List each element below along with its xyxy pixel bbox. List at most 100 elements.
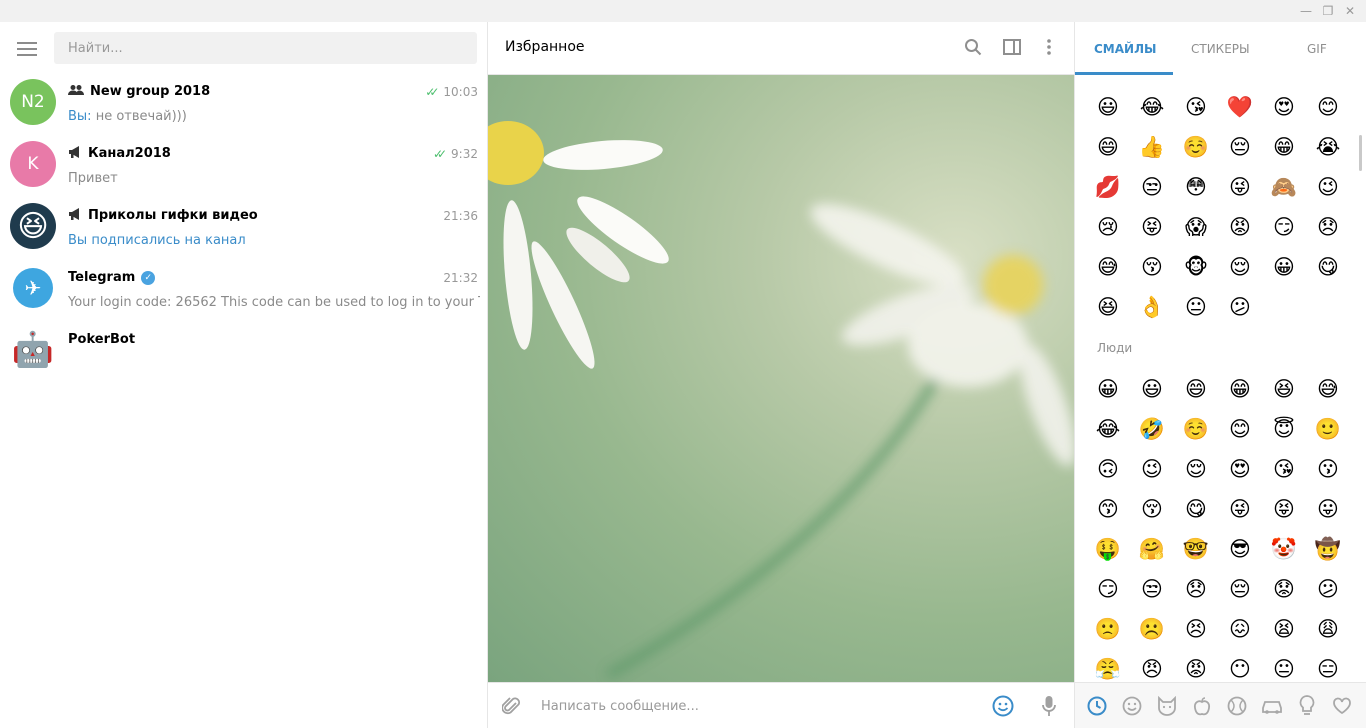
heart-icon[interactable]: [1331, 695, 1353, 717]
emoji-item[interactable]: 😕: [1306, 569, 1350, 609]
emoji-item[interactable]: 😩: [1306, 609, 1350, 649]
emoji-item[interactable]: 😁: [1262, 127, 1306, 167]
emoji-scrollbar[interactable]: [1359, 135, 1362, 171]
bulb-icon[interactable]: [1296, 695, 1318, 717]
emoji-item[interactable]: 😝: [1130, 207, 1174, 247]
tab-stickers[interactable]: СТИКЕРЫ: [1191, 42, 1250, 56]
emoji-item[interactable]: 😫: [1262, 609, 1306, 649]
apple-icon[interactable]: [1191, 695, 1213, 717]
emoji-item[interactable]: 😒: [1130, 167, 1174, 207]
emoji-item[interactable]: 😘: [1262, 449, 1306, 489]
emoji-item[interactable]: 😢: [1086, 207, 1130, 247]
emoji-item[interactable]: 😅: [1306, 369, 1350, 409]
emoji-item[interactable]: 😂: [1130, 87, 1174, 127]
menu-icon[interactable]: [17, 42, 37, 56]
emoji-item[interactable]: 👍: [1130, 127, 1174, 167]
tab-gif[interactable]: GIF: [1307, 42, 1327, 56]
chat-item-new-group[interactable]: N2 New group 2018 ✓✓ 10:03 Вы: не отвеча…: [0, 72, 488, 134]
cat-icon[interactable]: [1156, 695, 1178, 717]
chat-item-telegram[interactable]: ✈ Telegram ✓ 21:32 Your login code: 2656…: [0, 258, 488, 320]
emoji-item[interactable]: 🤠: [1306, 529, 1350, 569]
emoji-item[interactable]: 😭: [1306, 127, 1350, 167]
emoji-item[interactable]: 😋: [1306, 247, 1350, 287]
microphone-icon[interactable]: [1037, 694, 1061, 718]
emoji-item[interactable]: 😗: [1306, 449, 1350, 489]
emoji-item[interactable]: 😐: [1262, 649, 1306, 682]
emoji-item[interactable]: 😣: [1174, 609, 1218, 649]
emoji-item[interactable]: 😔: [1218, 569, 1262, 609]
emoji-item[interactable]: 😆: [1086, 287, 1130, 327]
emoji-item[interactable]: 😆: [1262, 369, 1306, 409]
emoji-item[interactable]: 😐: [1174, 287, 1218, 327]
close-button[interactable]: ✕: [1341, 2, 1359, 20]
emoji-item[interactable]: 😃: [1130, 369, 1174, 409]
smile-icon[interactable]: [1121, 695, 1143, 717]
emoji-item[interactable]: 😔: [1218, 127, 1262, 167]
emoji-item[interactable]: 👌: [1130, 287, 1174, 327]
emoji-item[interactable]: 😋: [1174, 489, 1218, 529]
tab-smileys[interactable]: СМАЙЛЫ: [1094, 42, 1156, 56]
search-icon[interactable]: [962, 36, 984, 58]
emoji-item[interactable]: 🙈: [1262, 167, 1306, 207]
emoji-item[interactable]: 😞: [1174, 569, 1218, 609]
emoji-item[interactable]: 😤: [1086, 649, 1130, 682]
emoji-item[interactable]: 😊: [1306, 87, 1350, 127]
more-options-icon[interactable]: [1038, 36, 1060, 58]
emoji-item[interactable]: 🤣: [1130, 409, 1174, 449]
clock-icon[interactable]: [1086, 695, 1108, 717]
attach-icon[interactable]: [499, 694, 523, 718]
emoji-item[interactable]: 🙁: [1086, 609, 1130, 649]
emoji-item[interactable]: 😌: [1218, 247, 1262, 287]
emoji-item[interactable]: 🤑: [1086, 529, 1130, 569]
emoji-item[interactable]: 😘: [1174, 87, 1218, 127]
emoji-item[interactable]: 😕: [1218, 287, 1262, 327]
emoji-item[interactable]: 😑: [1306, 649, 1350, 682]
emoji-item[interactable]: 😅: [1086, 247, 1130, 287]
emoji-item[interactable]: 😝: [1262, 489, 1306, 529]
emoji-item[interactable]: 💋: [1086, 167, 1130, 207]
emoji-item[interactable]: 😡: [1174, 649, 1218, 682]
emoji-item[interactable]: 🙂: [1306, 409, 1350, 449]
emoji-item[interactable]: 😉: [1130, 449, 1174, 489]
emoji-item[interactable]: ☺️: [1174, 409, 1218, 449]
emoji-item[interactable]: 😜: [1218, 167, 1262, 207]
emoji-button-icon[interactable]: [991, 694, 1015, 718]
emoji-item[interactable]: 😳: [1174, 167, 1218, 207]
emoji-item[interactable]: 😍: [1218, 449, 1262, 489]
emoji-item[interactable]: ❤️: [1218, 87, 1262, 127]
chat-item-pokerbot[interactable]: 🤖 PokerBot: [0, 320, 488, 382]
emoji-item[interactable]: 😀: [1086, 369, 1130, 409]
emoji-item[interactable]: 😄: [1174, 369, 1218, 409]
emoji-item[interactable]: 😡: [1218, 207, 1262, 247]
emoji-item[interactable]: 😖: [1218, 609, 1262, 649]
side-panel-icon[interactable]: [1001, 36, 1023, 58]
emoji-item[interactable]: 😜: [1218, 489, 1262, 529]
emoji-item[interactable]: 😶: [1218, 649, 1262, 682]
emoji-item[interactable]: 😊: [1218, 409, 1262, 449]
emoji-item[interactable]: 😄: [1086, 127, 1130, 167]
emoji-item[interactable]: 😏: [1086, 569, 1130, 609]
emoji-item[interactable]: 😟: [1262, 569, 1306, 609]
emoji-item[interactable]: 🤗: [1130, 529, 1174, 569]
emoji-item[interactable]: 😚: [1130, 247, 1174, 287]
ball-icon[interactable]: [1226, 695, 1248, 717]
emoji-item[interactable]: 😱: [1174, 207, 1218, 247]
emoji-item[interactable]: 😂: [1086, 409, 1130, 449]
emoji-item[interactable]: 😛: [1306, 489, 1350, 529]
emoji-item[interactable]: ☹️: [1130, 609, 1174, 649]
emoji-item[interactable]: 😏: [1262, 207, 1306, 247]
emoji-item[interactable]: 😃: [1086, 87, 1130, 127]
emoji-item[interactable]: 😙: [1086, 489, 1130, 529]
emoji-item[interactable]: 😚: [1130, 489, 1174, 529]
emoji-item[interactable]: 🐵: [1174, 247, 1218, 287]
emoji-item[interactable]: 😞: [1306, 207, 1350, 247]
emoji-item[interactable]: 🤓: [1174, 529, 1218, 569]
emoji-item[interactable]: 😇: [1262, 409, 1306, 449]
emoji-item[interactable]: 😠: [1130, 649, 1174, 682]
chat-item-prikoly[interactable]: 😆 Приколы гифки видео 21:36 Вы подписали…: [0, 196, 488, 258]
emoji-item[interactable]: 😒: [1130, 569, 1174, 609]
message-input[interactable]: [541, 695, 961, 717]
emoji-item[interactable]: 😌: [1174, 449, 1218, 489]
car-icon[interactable]: [1261, 695, 1283, 717]
maximize-button[interactable]: ❐: [1319, 2, 1337, 20]
